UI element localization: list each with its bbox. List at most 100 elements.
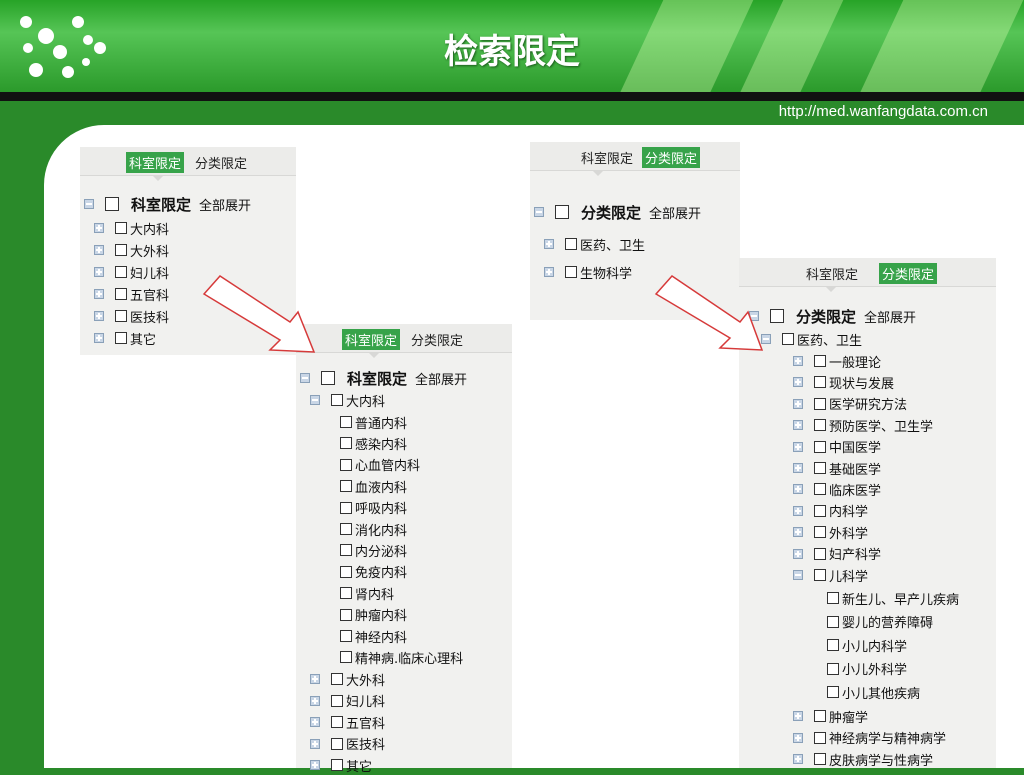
- tab-dept-filter[interactable]: 科室限定: [578, 147, 636, 168]
- expand-icon[interactable]: [94, 289, 104, 299]
- tree-node[interactable]: 血液内科: [340, 477, 407, 496]
- tree-node[interactable]: 呼吸内科: [340, 499, 407, 517]
- tree-node[interactable]: 妇产科学: [793, 545, 881, 563]
- checkbox[interactable]: [340, 630, 352, 642]
- checkbox[interactable]: [827, 592, 839, 604]
- tree-node[interactable]: 外科学: [793, 523, 868, 542]
- tree-node[interactable]: 肿瘤内科: [340, 606, 407, 624]
- tab-category-filter[interactable]: 分类限定: [879, 263, 938, 284]
- expand-icon[interactable]: [793, 377, 803, 388]
- tab-category-filter[interactable]: 分类限定: [642, 147, 701, 168]
- checkbox[interactable]: [331, 737, 343, 750]
- tree-node[interactable]: 妇儿科: [94, 263, 169, 282]
- tree-node[interactable]: 普通内科: [340, 413, 407, 432]
- checkbox[interactable]: [115, 310, 127, 322]
- tree-node[interactable]: 一般理论: [793, 352, 881, 371]
- checkbox[interactable]: [340, 544, 352, 557]
- tree-node[interactable]: 其它: [94, 329, 156, 348]
- checkbox[interactable]: [331, 673, 343, 685]
- tree-root[interactable]: 科室限定 全部展开: [300, 369, 467, 388]
- tree-root[interactable]: 分类限定 全部展开: [534, 203, 701, 222]
- checkbox[interactable]: [814, 569, 826, 581]
- checkbox[interactable]: [770, 309, 784, 323]
- tree-node[interactable]: 妇儿科: [310, 692, 385, 710]
- expand-icon[interactable]: [793, 420, 803, 431]
- tree-node[interactable]: 精神病.临床心理科: [340, 648, 463, 667]
- expand-icon[interactable]: [793, 484, 803, 495]
- tree-node[interactable]: 儿科学: [793, 566, 868, 585]
- tree-node[interactable]: 中国医学: [793, 438, 881, 456]
- tree-node[interactable]: 五官科: [310, 713, 385, 732]
- tree-node[interactable]: 神经病学与精神病学: [793, 729, 946, 747]
- tree-node[interactable]: 新生儿、早产儿疾病: [827, 589, 959, 608]
- tree-node[interactable]: 小儿外科学: [827, 660, 907, 678]
- tree-node[interactable]: 内分泌科: [340, 541, 407, 560]
- checkbox[interactable]: [340, 480, 352, 493]
- checkbox[interactable]: [105, 197, 119, 211]
- expand-icon[interactable]: [793, 356, 803, 366]
- expand-icon[interactable]: [793, 505, 803, 516]
- checkbox[interactable]: [814, 526, 826, 539]
- site-url[interactable]: http://med.wanfangdata.com.cn: [779, 103, 988, 120]
- checkbox[interactable]: [340, 501, 352, 514]
- expand-icon[interactable]: [94, 223, 104, 233]
- collapse-icon[interactable]: [793, 570, 803, 580]
- tree-node[interactable]: 神经内科: [340, 627, 407, 646]
- expand-icon[interactable]: [310, 760, 320, 770]
- checkbox[interactable]: [814, 355, 826, 367]
- tree-node[interactable]: 婴儿的营养障碍: [827, 613, 933, 631]
- tree-root[interactable]: 分类限定 全部展开: [749, 307, 916, 326]
- checkbox[interactable]: [814, 547, 826, 560]
- expand-icon[interactable]: [793, 732, 803, 743]
- tree-node[interactable]: 生物科学: [544, 263, 632, 282]
- checkbox[interactable]: [321, 371, 335, 385]
- tree-node[interactable]: 皮肤病学与性病学: [793, 750, 933, 769]
- checkbox[interactable]: [331, 694, 343, 707]
- expand-icon[interactable]: [793, 441, 803, 452]
- tree-node[interactable]: 肾内科: [340, 584, 394, 603]
- tree-node[interactable]: 基础医学: [793, 459, 881, 478]
- checkbox[interactable]: [555, 205, 569, 219]
- checkbox[interactable]: [340, 458, 352, 471]
- checkbox[interactable]: [814, 440, 826, 453]
- expand-icon[interactable]: [793, 463, 803, 473]
- checkbox[interactable]: [827, 662, 839, 675]
- checkbox[interactable]: [814, 483, 826, 496]
- expand-all-link[interactable]: 全部展开: [415, 369, 467, 388]
- checkbox[interactable]: [827, 686, 839, 698]
- checkbox[interactable]: [115, 244, 127, 256]
- checkbox[interactable]: [340, 608, 352, 621]
- checkbox[interactable]: [115, 288, 127, 300]
- expand-all-link[interactable]: 全部展开: [649, 203, 701, 222]
- checkbox[interactable]: [565, 266, 577, 278]
- collapse-icon[interactable]: [300, 373, 310, 383]
- expand-icon[interactable]: [544, 267, 554, 277]
- checkbox[interactable]: [115, 266, 127, 278]
- tree-node[interactable]: 大外科: [310, 670, 385, 689]
- checkbox[interactable]: [814, 731, 826, 744]
- expand-icon[interactable]: [793, 548, 803, 559]
- tree-node[interactable]: 消化内科: [340, 520, 407, 539]
- expand-icon[interactable]: [94, 311, 104, 321]
- checkbox[interactable]: [340, 416, 352, 428]
- tree-node[interactable]: 内科学: [793, 502, 868, 520]
- checkbox[interactable]: [340, 523, 352, 535]
- expand-icon[interactable]: [94, 267, 104, 277]
- tab-dept-filter[interactable]: 科室限定: [126, 152, 185, 173]
- tree-node[interactable]: 心血管内科: [340, 456, 420, 474]
- checkbox[interactable]: [782, 333, 794, 345]
- expand-icon[interactable]: [310, 738, 320, 749]
- checkbox[interactable]: [814, 753, 826, 765]
- tree-node[interactable]: 预防医学、卫生学: [793, 416, 933, 435]
- tree-node[interactable]: 其它: [310, 756, 372, 775]
- expand-icon[interactable]: [94, 245, 104, 255]
- expand-icon[interactable]: [793, 398, 803, 409]
- tree-node[interactable]: 大外科: [94, 241, 169, 260]
- tree-root[interactable]: 科室限定 全部展开: [84, 195, 251, 214]
- expand-icon[interactable]: [793, 711, 803, 721]
- tree-node[interactable]: 医技科: [94, 307, 169, 326]
- tree-node[interactable]: 医药、卫生: [544, 235, 645, 254]
- collapse-icon[interactable]: [534, 207, 544, 217]
- tree-node[interactable]: 免疫内科: [340, 563, 407, 581]
- checkbox[interactable]: [115, 332, 127, 344]
